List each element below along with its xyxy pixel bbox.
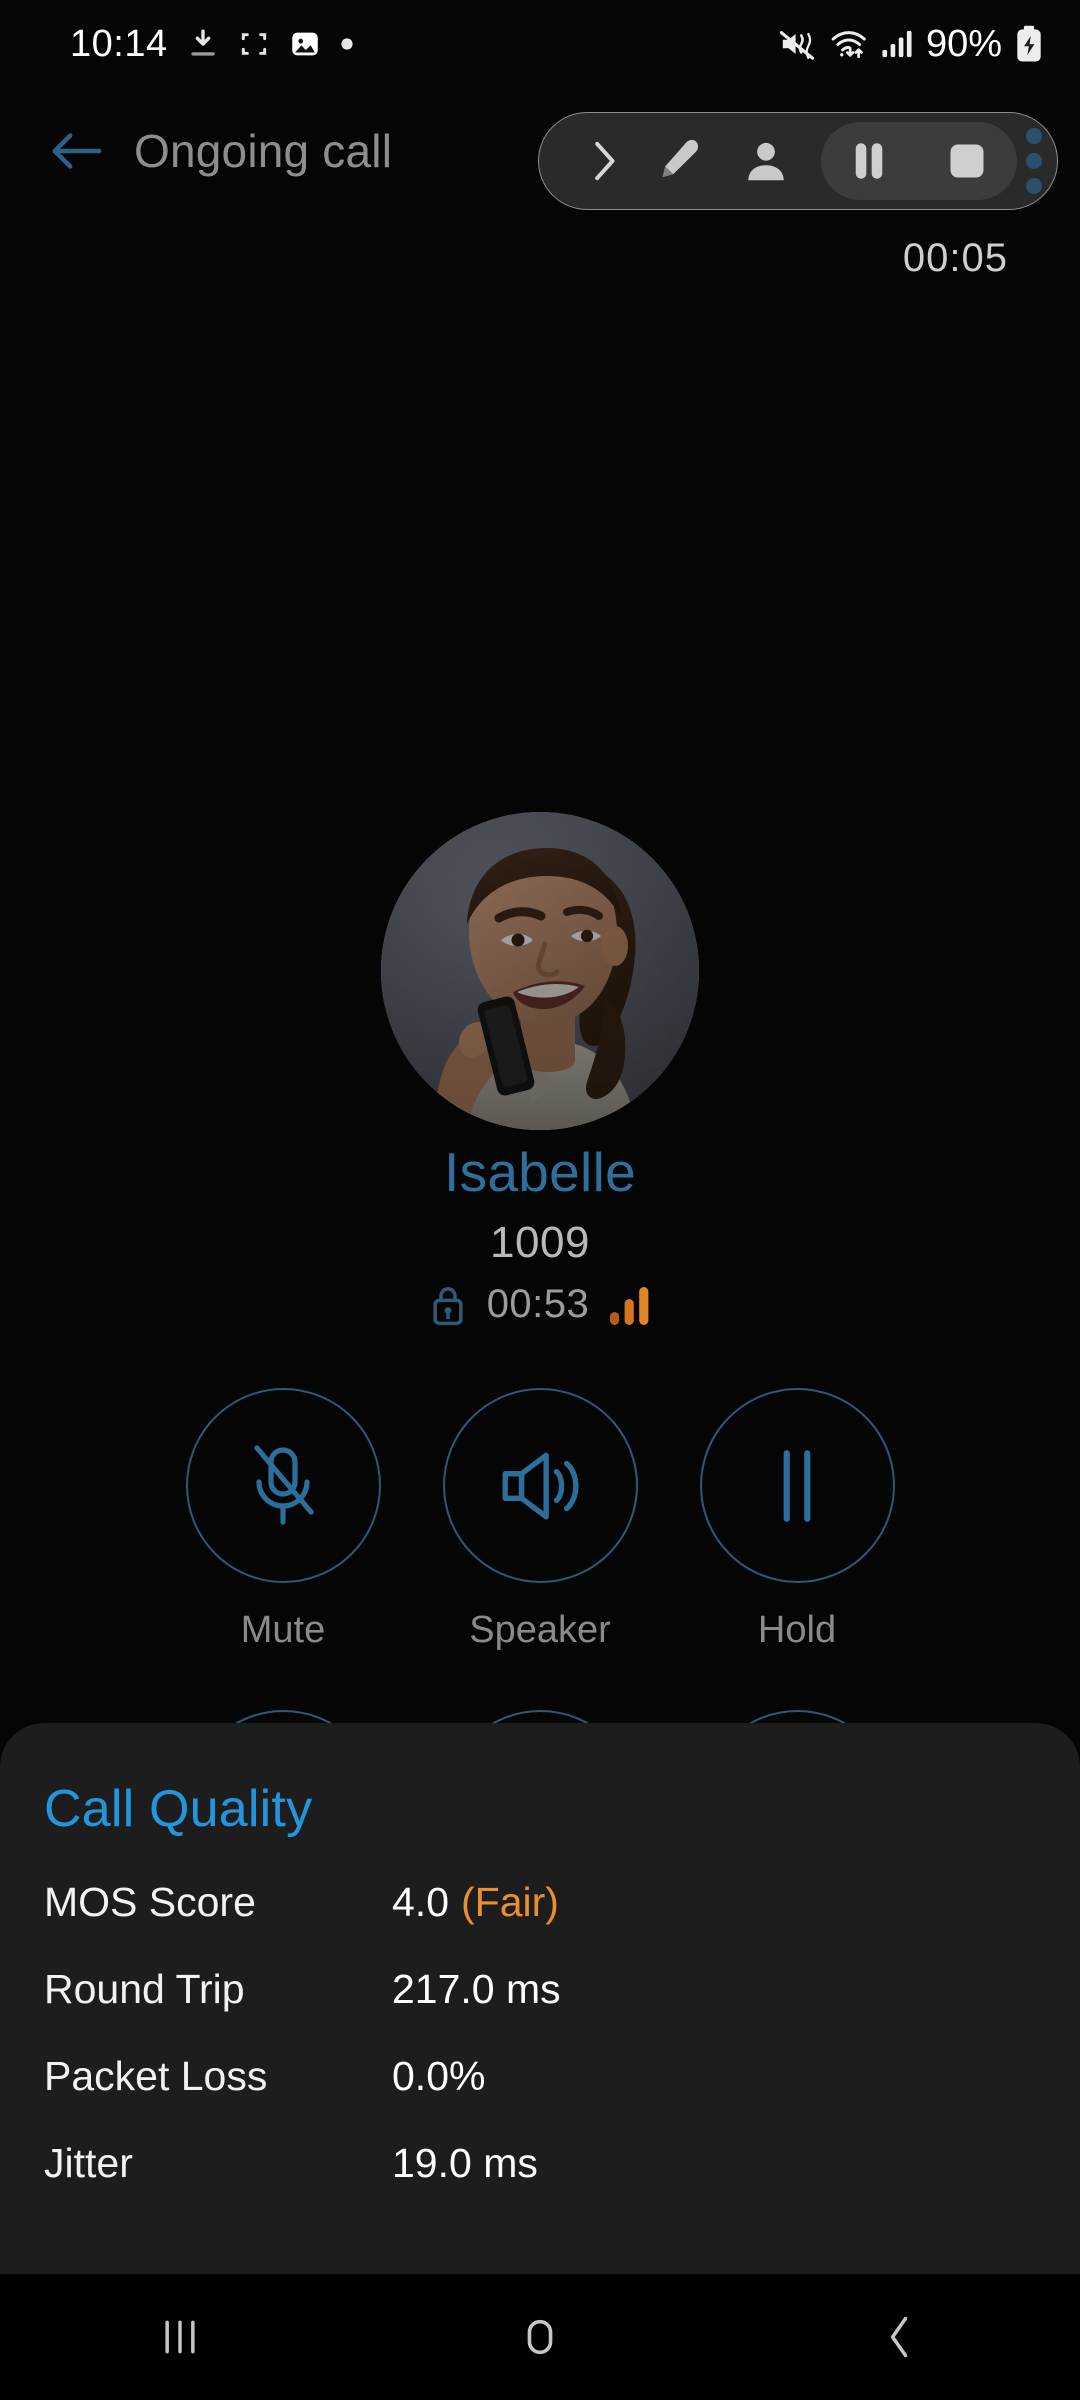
quality-value: 19.0 ms bbox=[392, 2140, 538, 2186]
quality-value: 217.0 ms bbox=[392, 1966, 561, 2012]
avatar-photo bbox=[381, 812, 699, 1130]
system-nav-bar bbox=[0, 2274, 1080, 2400]
call-quality-panel: Call Quality MOS Score 4.0 (Fair) Round … bbox=[0, 1723, 1080, 2274]
quality-row-packet-loss: Packet Loss 0.0% bbox=[44, 2053, 1036, 2100]
phone-screen: 10:14 90% Ongoing call 00:05 Isabelle 10… bbox=[0, 0, 1080, 2400]
recording-transport-group bbox=[820, 122, 1018, 200]
back-arrow-icon[interactable] bbox=[28, 127, 124, 175]
hold-button-label: Hold bbox=[757, 1609, 837, 1651]
battery-percent-label: 90% bbox=[925, 22, 1002, 65]
mute-button-circle[interactable] bbox=[185, 1388, 381, 1583]
person-icon[interactable] bbox=[718, 136, 815, 186]
speaker-button-circle[interactable] bbox=[442, 1388, 638, 1583]
call-duration: 00:53 bbox=[486, 1282, 590, 1326]
screen-recorder-toolbar[interactable] bbox=[538, 112, 1058, 210]
more-dots-icon[interactable] bbox=[1021, 128, 1047, 194]
nav-back-icon[interactable] bbox=[800, 2313, 1000, 2361]
hold-button-circle[interactable] bbox=[699, 1388, 895, 1583]
status-bar: 10:14 90% bbox=[0, 0, 1080, 88]
lock-icon bbox=[429, 1283, 467, 1327]
mute-button-label: Mute bbox=[240, 1609, 326, 1651]
speaker-button-label: Speaker bbox=[469, 1609, 611, 1651]
page-title: Ongoing call bbox=[134, 125, 393, 177]
stop-icon[interactable] bbox=[945, 139, 989, 183]
recents-icon[interactable] bbox=[80, 2315, 280, 2359]
quality-label: Round Trip bbox=[44, 1966, 245, 2012]
status-clock: 10:14 bbox=[70, 22, 168, 65]
speaker-icon bbox=[494, 1443, 586, 1529]
download-icon bbox=[186, 27, 220, 61]
chevron-right-icon[interactable] bbox=[573, 137, 634, 185]
speaker-button[interactable]: Speaker bbox=[442, 1388, 638, 1652]
screenshot-frame-icon bbox=[238, 28, 270, 60]
pause-icon[interactable] bbox=[849, 138, 889, 184]
home-icon[interactable] bbox=[440, 2314, 640, 2360]
battery-charging-icon bbox=[1014, 25, 1044, 63]
recording-timer: 00:05 bbox=[902, 236, 1008, 280]
quality-row-jitter: Jitter 19.0 ms bbox=[44, 2140, 1036, 2187]
call-quality-title: Call Quality bbox=[44, 1780, 313, 1838]
quality-value: 4.0 bbox=[392, 1879, 449, 1925]
quality-row-mos: MOS Score 4.0 (Fair) bbox=[44, 1879, 1036, 1926]
signal-bars-icon bbox=[609, 1285, 651, 1325]
quality-rating: (Fair) bbox=[461, 1879, 559, 1925]
pause-icon bbox=[768, 1447, 826, 1525]
quality-label: MOS Score bbox=[44, 1879, 256, 1925]
image-icon bbox=[288, 27, 322, 61]
mute-button[interactable]: Mute bbox=[185, 1388, 381, 1652]
mute-vibrate-icon bbox=[778, 27, 816, 61]
contact-number: 1009 bbox=[490, 1218, 590, 1267]
quality-row-round-trip: Round Trip 217.0 ms bbox=[44, 1966, 1036, 2013]
quality-label: Jitter bbox=[44, 2140, 133, 2186]
microphone-muted-icon bbox=[242, 1440, 324, 1532]
hold-button[interactable]: Hold bbox=[699, 1388, 895, 1652]
wifi-icon bbox=[828, 27, 868, 61]
status-bar-left: 10:14 bbox=[70, 23, 354, 66]
status-bar-right: 90% bbox=[778, 23, 1044, 66]
call-meta-row: 00:53 bbox=[0, 1282, 1080, 1327]
cellular-signal-icon bbox=[880, 28, 914, 60]
call-identity: Isabelle 1009 00:53 bbox=[0, 1140, 1080, 1327]
quality-label: Packet Loss bbox=[44, 2053, 268, 2099]
contact-name: Isabelle bbox=[444, 1141, 636, 1203]
avatar bbox=[381, 812, 699, 1130]
call-controls-row-1: Mute Speaker Hold bbox=[0, 1388, 1080, 1652]
dot-icon bbox=[340, 37, 354, 51]
quality-value: 0.0% bbox=[392, 2053, 486, 2099]
pen-icon[interactable] bbox=[634, 136, 717, 186]
